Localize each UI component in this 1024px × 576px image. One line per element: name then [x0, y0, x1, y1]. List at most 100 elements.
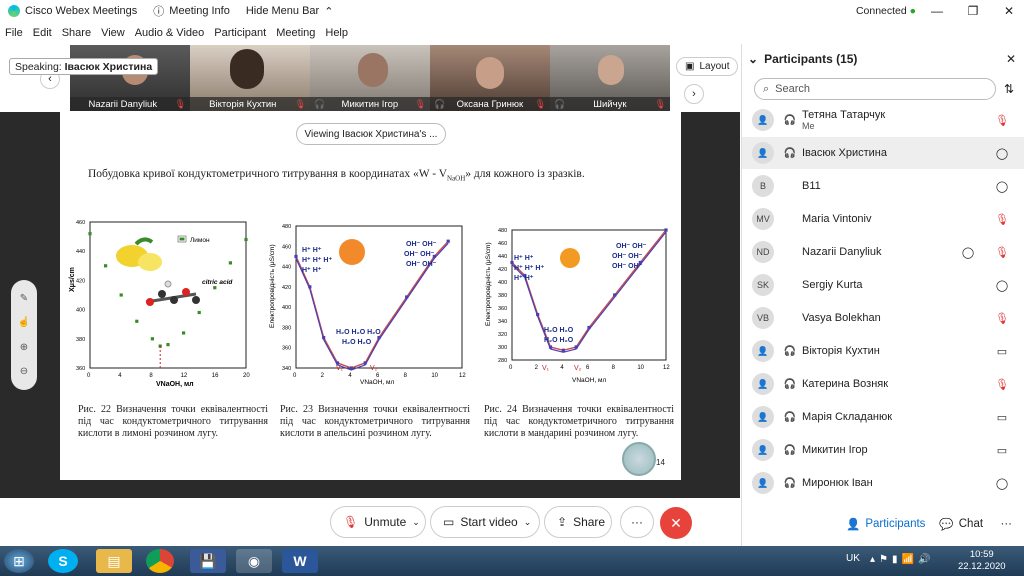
word-taskbar-icon[interactable]: W	[282, 549, 318, 573]
participant-row[interactable]: 👤 🎧 Катерина Возняк 🎙	[742, 368, 1024, 400]
participant-row[interactable]: 👤 🎧 Тетяна Татарчук Me 🎙	[742, 104, 1024, 136]
participant-head	[358, 53, 388, 87]
webex-taskbar-icon[interactable]: ◉	[236, 549, 272, 573]
menu-view[interactable]: View	[96, 27, 130, 39]
chevron-down-icon[interactable]: ⌄	[524, 517, 532, 528]
video-tile[interactable]: 🎧 Шийчук 🎙	[550, 45, 670, 111]
x-axis-label: VNaOH, мл	[156, 381, 194, 388]
video-tile[interactable]: Nazarii Danyliuk 🎙	[70, 45, 190, 111]
data-point	[294, 254, 298, 259]
save-taskbar-icon[interactable]: 💾	[190, 549, 226, 573]
share-button[interactable]: ⇪ Share	[544, 506, 612, 538]
explorer-taskbar-icon[interactable]: ▤	[96, 549, 132, 573]
more-options-button[interactable]: ···	[620, 506, 654, 538]
video-strip-next-button[interactable]: ›	[684, 84, 704, 104]
participant-row[interactable]: VB Vasya Bolekhan 🎙	[742, 302, 1024, 334]
mic-muted-icon: 🎙	[294, 98, 306, 109]
user-avatar-icon: 👤	[752, 109, 774, 131]
x-tick-label: 8	[404, 373, 408, 379]
meeting-info-button[interactable]: ⓘ Meeting Info	[145, 0, 238, 22]
participant-row[interactable]: B B11 ◯	[742, 170, 1024, 202]
menu-meeting[interactable]: Meeting	[271, 27, 320, 39]
zoom-out-icon[interactable]: ⊖	[20, 366, 28, 377]
x-tick-label: 16	[212, 373, 219, 379]
video-tile[interactable]: Вікторія Кухтин 🎙	[190, 45, 310, 111]
chat-bubble-icon[interactable]: ◯	[990, 477, 1014, 490]
unmute-button[interactable]: 🎙 Unmute ⌄	[330, 506, 426, 538]
close-panel-button[interactable]: ✕	[1006, 52, 1016, 66]
chat-bubble-icon[interactable]: ◯	[956, 246, 980, 259]
participant-search-input[interactable]: ⌕ Search	[754, 78, 996, 100]
chat-tab[interactable]: 💬 Chat	[939, 517, 983, 531]
participants-header[interactable]: ⌄ Participants (15)	[748, 52, 857, 66]
data-point	[405, 295, 409, 299]
chevron-down-icon[interactable]: ⌄	[412, 517, 420, 528]
chat-bubble-icon[interactable]: ◯	[990, 279, 1014, 292]
panel-more-button[interactable]: ···	[1001, 518, 1013, 530]
zoom-in-icon[interactable]: ⊕	[20, 342, 28, 353]
video-tile[interactable]: 🎧 Микитин Ігор 🎙	[310, 45, 430, 111]
mic-muted-icon: 🎙	[174, 98, 186, 109]
x-tick-label: 8	[149, 373, 153, 379]
menu-help[interactable]: Help	[320, 27, 353, 39]
mic-muted-icon[interactable]: 🎙	[990, 378, 1014, 391]
layout-button[interactable]: ▣ Layout	[676, 57, 739, 76]
sort-icon[interactable]: ⇅	[1004, 82, 1014, 96]
annotate-pen-icon[interactable]: ✎	[20, 293, 28, 304]
participant-name-text: Микитин Ігор	[802, 444, 868, 456]
viewing-banner[interactable]: Viewing Івасюк Христина's ...	[296, 123, 446, 145]
participant-row[interactable]: 👤 🎧 Вікторія Кухтин ▭	[742, 335, 1024, 367]
video-tile[interactable]: 🎧 Оксана Гринюк 🎙	[430, 45, 550, 111]
chat-bubble-icon[interactable]: ◯	[990, 180, 1014, 193]
skype-taskbar-icon[interactable]: S	[48, 549, 78, 573]
y-axis-label: Електропровідність (μS/cm)	[268, 244, 276, 328]
menu-edit[interactable]: Edit	[28, 27, 57, 39]
y-tick-label: 440	[498, 254, 507, 260]
menu-audio-video[interactable]: Audio & Video	[130, 27, 210, 39]
video-icon[interactable]: ▭	[990, 345, 1014, 358]
data-point	[536, 312, 540, 317]
participant-row[interactable]: SK Sergiy Kurta ◯	[742, 269, 1024, 301]
mic-muted-icon[interactable]: 🎙	[990, 312, 1014, 325]
data-point	[587, 325, 591, 330]
menu-participant[interactable]: Participant	[209, 27, 271, 39]
data-point	[561, 348, 565, 352]
participant-row[interactable]: ND Nazarii Danyliuk ◯ 🎙	[742, 236, 1024, 268]
pointer-icon[interactable]: ☝	[18, 317, 30, 328]
video-name: Nazarii Danyliuk	[88, 98, 158, 110]
restore-button[interactable]: ❐	[958, 4, 988, 18]
taskbar-clock[interactable]: 10:59 22.12.2020	[958, 549, 1006, 573]
mic-muted-icon[interactable]: 🎙	[990, 213, 1014, 226]
user-avatar-icon: 👤	[752, 439, 774, 461]
participant-row[interactable]: MV Maria Vintoniv 🎙	[742, 203, 1024, 235]
connection-status: Connected ●	[855, 5, 916, 17]
participants-tab[interactable]: 👤 Participants	[846, 517, 925, 531]
start-button[interactable]: ⊞	[4, 549, 34, 573]
start-video-button[interactable]: ▭ Start video ⌄	[430, 506, 540, 538]
mic-muted-icon[interactable]: 🎙	[990, 246, 1014, 259]
participant-row[interactable]: 👤 🎧 Микитин Ігор ▭	[742, 434, 1024, 466]
menu-share[interactable]: Share	[57, 27, 96, 39]
end-call-button[interactable]: ✕	[660, 507, 692, 539]
menu-file[interactable]: File	[0, 27, 28, 39]
minimize-button[interactable]: —	[922, 4, 952, 18]
video-icon[interactable]: ▭	[990, 411, 1014, 424]
search-icon: ⌕	[763, 82, 770, 95]
mic-muted-icon[interactable]: 🎙	[990, 114, 1014, 127]
video-icon: ▭	[443, 515, 455, 529]
data-point	[377, 335, 381, 340]
participant-row[interactable]: 👤 🎧 Миронюк Іван ◯	[742, 467, 1024, 499]
chat-bubble-icon[interactable]: ◯	[990, 147, 1014, 160]
language-indicator[interactable]: UK	[846, 553, 860, 564]
video-icon[interactable]: ▭	[990, 444, 1014, 457]
close-window-button[interactable]: ✕	[994, 4, 1024, 18]
participant-row[interactable]: 👤 🎧 Марія Складанюк ▭	[742, 401, 1024, 433]
info-icon: ⓘ	[153, 6, 165, 18]
chart-mandarin: 0 2 4 6 8 10 12 280 300 320 340 360 380 400 420 440 460 4…	[482, 222, 672, 386]
participant-row[interactable]: 👤 🎧 Івасюк Христина ◯	[742, 137, 1024, 169]
chrome-taskbar-icon[interactable]	[146, 549, 174, 573]
tray-icons[interactable]: ▴⚑▮📶🔊	[870, 554, 934, 565]
hide-menu-bar-button[interactable]: Hide Menu Bar ⌃	[238, 0, 342, 22]
annotation-water: H₂O H₂O H₂O	[336, 329, 381, 336]
presenter-avatar-icon[interactable]	[622, 442, 656, 476]
